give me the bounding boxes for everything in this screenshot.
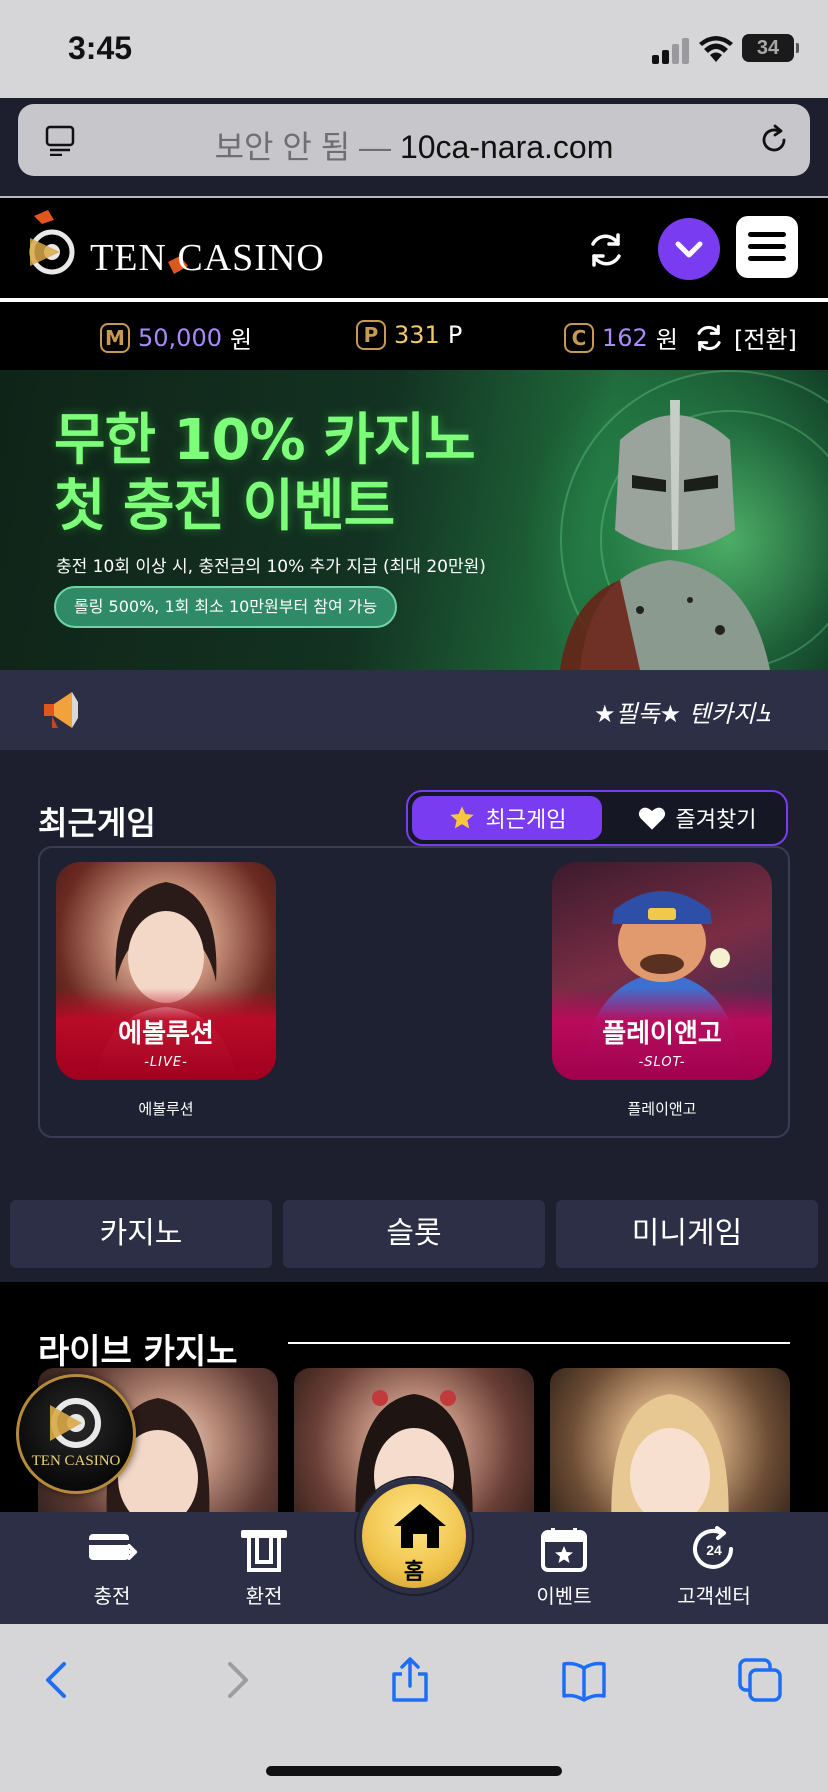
floating-logo-button[interactable]: TEN CASINO <box>16 1374 136 1494</box>
banner-pill: 롤링 500%, 1회 최소 10만원부터 참여 가능 <box>54 586 398 628</box>
support-24h-icon: 24 <box>693 1526 733 1569</box>
atm-withdraw-icon <box>241 1530 287 1572</box>
money-balance: M 50,000 원 <box>100 320 252 355</box>
recent-games-list: 에볼루션 -LIVE- 에볼루션 플레이앤고 -SLOT- 플레이앤고 <box>38 846 790 1138</box>
account-dropdown-button[interactable] <box>658 218 720 280</box>
logo-emblem-icon <box>50 1398 101 1448</box>
hamburger-menu-button[interactable] <box>736 216 798 278</box>
dealer-portrait-image <box>611 1394 729 1512</box>
game-caption: 플레이앤고 <box>627 1100 697 1118</box>
page: 3:45 34 보안 안 됨 — 10ca-nara.com TEN CASIN… <box>0 0 828 1792</box>
game-card-evolution[interactable]: 에볼루션 -LIVE- 에볼루션 <box>56 862 276 1119</box>
section-divider <box>288 1342 790 1344</box>
status-bar: 3:45 34 <box>0 0 828 98</box>
nav-support-label: 고객센터 <box>677 1584 751 1608</box>
refresh-icon[interactable] <box>584 228 628 272</box>
game-type: -SLOT- <box>638 1055 686 1070</box>
nav-event-label: 이벤트 <box>536 1584 592 1608</box>
points-balance: P 331 P <box>356 320 462 350</box>
banner-title: 무한 10% 카지노 첫 충전 이벤트 <box>54 408 476 540</box>
browser-toolbar <box>0 1624 828 1792</box>
star-icon <box>449 806 474 829</box>
wifi-icon <box>699 36 733 62</box>
reload-icon[interactable] <box>756 122 792 158</box>
banner-description: 충전 10회 이상 시, 충전금의 10% 추가 지급 (최대 20만원) <box>56 557 486 577</box>
points-unit: P <box>447 321 463 349</box>
money-coin-icon: M <box>100 322 130 353</box>
tab-favorites-label: 즐겨찾기 <box>675 808 757 833</box>
bookmarks-icon[interactable] <box>560 1656 608 1704</box>
notice-marquee[interactable]: ★필독★ 텐카지노 <box>594 694 770 729</box>
back-icon[interactable] <box>34 1656 82 1704</box>
heart-icon <box>638 807 665 830</box>
site-header: TEN CASINO <box>0 198 828 298</box>
live-casino-title: 라이브 카지노 <box>38 1332 238 1372</box>
game-thumbnail: 에볼루션 -LIVE- <box>56 862 276 1080</box>
nav-home-button[interactable]: 홈 <box>356 1478 472 1594</box>
floating-logo-text: TEN CASINO <box>31 1453 121 1469</box>
recent-games-title: 최근게임 <box>38 804 156 842</box>
tab-recent[interactable]: 최근게임 <box>412 796 602 840</box>
casino-coin-icon: C <box>564 322 594 353</box>
tabs-icon[interactable] <box>736 1656 784 1704</box>
share-icon[interactable] <box>386 1656 434 1704</box>
tab-recent-label: 최근게임 <box>485 808 567 833</box>
tab-slot[interactable]: 슬롯 <box>283 1200 545 1268</box>
money-unit: 원 <box>229 326 253 354</box>
game-thumbnail: 플레이앤고 -SLOT- <box>552 862 772 1080</box>
address-bar[interactable]: 보안 안 됨 — 10ca-nara.com <box>18 104 810 176</box>
casino-value: 162 <box>602 323 648 352</box>
game-name: 에볼루션 <box>118 1019 214 1049</box>
game-name: 플레이앤고 <box>602 1019 722 1049</box>
forward-icon[interactable] <box>212 1656 260 1704</box>
home-icon <box>394 1504 446 1548</box>
nav-withdraw[interactable]: 환전 <box>204 1526 324 1609</box>
nav-support[interactable]: 24 고객센터 <box>654 1526 774 1609</box>
nav-withdraw-label: 환전 <box>245 1584 283 1608</box>
status-time: 3:45 <box>68 30 133 66</box>
live-dealer-card[interactable] <box>550 1368 790 1512</box>
svg-text:24: 24 <box>706 1542 722 1558</box>
cellular-signal-icon <box>652 36 692 64</box>
banner-title-line2: 첫 충전 이벤트 <box>54 474 395 539</box>
home-indicator <box>266 1766 562 1776</box>
calendar-star-icon <box>541 1528 587 1572</box>
url-host: 10ca-nara.com <box>399 129 614 165</box>
nav-home-label: 홈 <box>403 1560 425 1585</box>
security-warning: 보안 안 됨 — <box>214 129 392 165</box>
chevron-down-icon <box>675 241 703 258</box>
site-logo[interactable]: TEN CASINO <box>28 208 338 288</box>
tab-casino[interactable]: 카지노 <box>10 1200 272 1268</box>
logo-text: TEN CASINO <box>90 237 325 279</box>
tab-favorites[interactable]: 즐겨찾기 <box>608 796 786 840</box>
recent-favorites-toggle: 최근게임 즐겨찾기 <box>406 790 788 846</box>
game-caption: 에볼루션 <box>138 1100 194 1118</box>
game-type: -LIVE- <box>144 1055 188 1070</box>
nav-deposit[interactable]: 충전 <box>52 1526 172 1609</box>
tab-minigame[interactable]: 미니게임 <box>556 1200 818 1268</box>
game-card-playngo[interactable]: 플레이앤고 -SLOT- 플레이앤고 <box>552 862 772 1119</box>
switch-label: [전환] <box>734 326 797 354</box>
knight-helmet-image <box>560 400 770 670</box>
url-text[interactable]: 보안 안 됨 — 10ca-nara.com <box>18 122 810 168</box>
notice-bar: ★필독★ 텐카지노 <box>0 670 828 750</box>
money-value: 50,000 <box>138 323 222 352</box>
banner-title-line1: 무한 10% 카지노 <box>54 408 476 473</box>
nav-event[interactable]: 이벤트 <box>504 1526 624 1609</box>
category-tabs: 카지노 슬롯 미니게임 <box>0 1200 828 1274</box>
refresh-icon <box>697 324 721 351</box>
card-deposit-icon <box>89 1534 137 1560</box>
megaphone-icon <box>44 692 78 728</box>
casino-balance: C 162 원 <box>564 320 678 355</box>
recent-games-section: 최근게임 최근게임 즐겨찾기 에볼루션 -LIVE- 에볼루션 플레이앤고 -S… <box>0 750 828 1200</box>
battery-indicator: 34 <box>742 34 799 62</box>
promo-banner[interactable]: 무한 10% 카지노 첫 충전 이벤트 충전 10회 이상 시, 충전금의 10… <box>0 370 828 670</box>
nav-deposit-label: 충전 <box>93 1584 131 1608</box>
points-coin-icon: P <box>356 320 386 350</box>
switch-balance-button[interactable]: [전환] <box>692 320 797 355</box>
casino-unit: 원 <box>655 326 678 354</box>
balance-bar: M 50,000 원 P 331 P C 162 원 [전환] <box>0 302 828 370</box>
points-value: 331 <box>394 321 440 349</box>
